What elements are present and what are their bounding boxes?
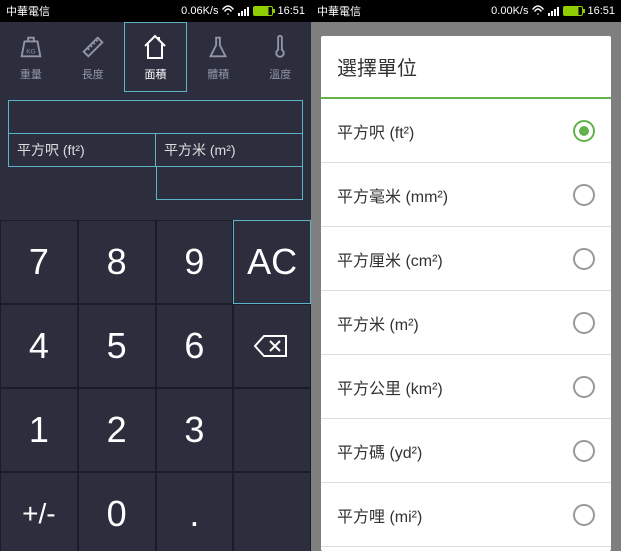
unit-to[interactable]: 平方米 (m²)	[155, 133, 303, 167]
option-label: 平方毫米 (mm²)	[337, 183, 573, 207]
tab-length[interactable]: 長度	[62, 22, 124, 92]
signal-icon	[548, 7, 559, 16]
tab-label: 體積	[207, 66, 229, 82]
converter-screen: 中華電信 0.06K/s 16:51 KG 重量 長度 面積 體	[0, 0, 311, 551]
tab-area[interactable]: 面積	[124, 22, 188, 92]
tab-label: 面積	[144, 66, 166, 82]
key-sign[interactable]: +/-	[0, 472, 78, 551]
option-mi2[interactable]: 平方哩 (mi²)	[321, 483, 611, 547]
option-label: 平方厘米 (cm²)	[337, 247, 573, 271]
backspace-icon	[252, 332, 292, 360]
flask-icon	[203, 32, 233, 62]
tab-label: 長度	[82, 66, 104, 82]
house-icon	[140, 32, 170, 62]
key-empty-2	[233, 472, 311, 551]
network-speed: 0.00K/s	[491, 5, 528, 17]
key-1[interactable]: 1	[0, 388, 78, 472]
option-label: 平方米 (m²)	[337, 311, 573, 335]
key-8[interactable]: 8	[78, 220, 156, 304]
key-9[interactable]: 9	[156, 220, 234, 304]
keypad: 7 8 9 AC 4 5 6 1 2 3 +/- 0 .	[0, 220, 311, 551]
key-decimal[interactable]: .	[156, 472, 234, 551]
option-label: 平方碼 (yd²)	[337, 439, 573, 463]
battery-icon	[253, 6, 273, 16]
option-cm2[interactable]: 平方厘米 (cm²)	[321, 227, 611, 291]
svg-text:KG: KG	[26, 49, 35, 56]
tab-volume[interactable]: 體積	[187, 22, 249, 92]
key-4[interactable]: 4	[0, 304, 78, 388]
tab-temperature[interactable]: 溫度	[249, 22, 311, 92]
clock: 16:51	[587, 5, 615, 17]
unit-dialog: 選擇單位 平方呎 (ft²) 平方毫米 (mm²) 平方厘米 (cm²) 平方米…	[321, 36, 611, 551]
tab-weight[interactable]: KG 重量	[0, 22, 62, 92]
option-m2[interactable]: 平方米 (m²)	[321, 291, 611, 355]
unit-from[interactable]: 平方呎 (ft²)	[8, 133, 156, 167]
key-empty-1	[233, 388, 311, 472]
key-5[interactable]: 5	[78, 304, 156, 388]
option-km2[interactable]: 平方公里 (km²)	[321, 355, 611, 419]
key-backspace[interactable]	[233, 304, 311, 388]
key-3[interactable]: 3	[156, 388, 234, 472]
unit-options: 平方呎 (ft²) 平方毫米 (mm²) 平方厘米 (cm²) 平方米 (m²)…	[321, 99, 611, 551]
unit-picker-screen: 中華電信 0.00K/s 16:51 選擇單位 平方呎 (ft²) 平方毫米 (…	[311, 0, 621, 551]
radio-icon	[573, 504, 595, 526]
network-speed: 0.06K/s	[181, 5, 218, 17]
battery-icon	[563, 6, 583, 16]
carrier-label: 中華電信	[6, 3, 181, 19]
wifi-icon	[222, 4, 234, 18]
weight-icon: KG	[16, 32, 46, 62]
thermometer-icon	[265, 32, 295, 62]
option-label: 平方公里 (km²)	[337, 375, 573, 399]
signal-icon	[238, 7, 249, 16]
status-bar: 中華電信 0.06K/s 16:51	[0, 0, 311, 22]
dialog-title: 選擇單位	[321, 36, 611, 99]
option-yd2[interactable]: 平方碼 (yd²)	[321, 419, 611, 483]
input-to-value	[156, 166, 304, 200]
conversion-inputs: 平方呎 (ft²) 平方米 (m²)	[0, 92, 311, 208]
tab-label: 溫度	[269, 66, 291, 82]
radio-icon	[573, 184, 595, 206]
radio-icon	[573, 248, 595, 270]
radio-icon	[573, 312, 595, 334]
wifi-icon	[532, 4, 544, 18]
input-from-value[interactable]	[8, 100, 303, 134]
radio-icon	[573, 440, 595, 462]
key-0[interactable]: 0	[78, 472, 156, 551]
carrier-label: 中華電信	[317, 3, 491, 19]
option-mm2[interactable]: 平方毫米 (mm²)	[321, 163, 611, 227]
category-tabs: KG 重量 長度 面積 體積 溫度	[0, 22, 311, 92]
option-ft2[interactable]: 平方呎 (ft²)	[321, 99, 611, 163]
key-7[interactable]: 7	[0, 220, 78, 304]
option-label: 平方呎 (ft²)	[337, 119, 573, 143]
radio-icon	[573, 120, 595, 142]
key-6[interactable]: 6	[156, 304, 234, 388]
option-label: 平方哩 (mi²)	[337, 503, 573, 527]
key-clear[interactable]: AC	[233, 220, 311, 304]
tab-label: 重量	[20, 66, 42, 82]
ruler-icon	[78, 32, 108, 62]
key-2[interactable]: 2	[78, 388, 156, 472]
clock: 16:51	[277, 5, 305, 17]
status-bar: 中華電信 0.00K/s 16:51	[311, 0, 621, 22]
radio-icon	[573, 376, 595, 398]
